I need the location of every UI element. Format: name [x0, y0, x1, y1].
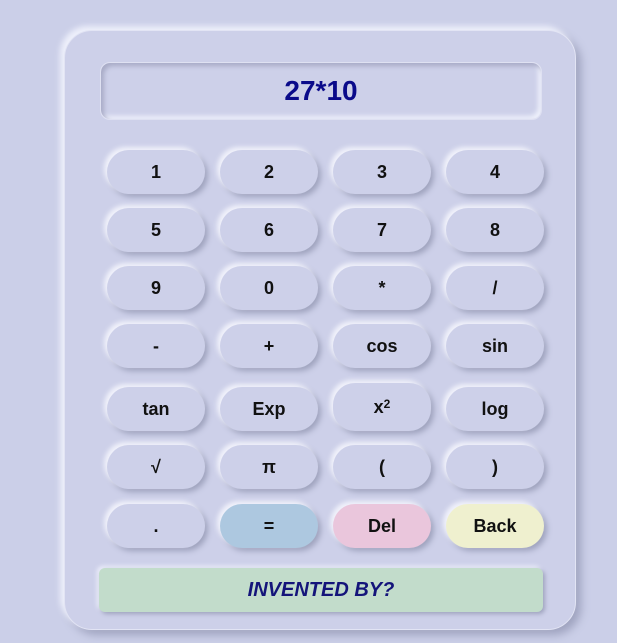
key-6[interactable]: 6 [220, 208, 318, 252]
key-divide[interactable]: / [446, 266, 544, 310]
key-tan[interactable]: tan [107, 387, 205, 431]
key-square[interactable]: x2 [333, 383, 431, 431]
invented-by-button[interactable]: INVENTED BY? [99, 568, 543, 612]
key-2[interactable]: 2 [220, 150, 318, 194]
key-plus[interactable]: + [220, 324, 318, 368]
key-5[interactable]: 5 [107, 208, 205, 252]
key-del[interactable]: Del [333, 504, 431, 548]
key-8[interactable]: 8 [446, 208, 544, 252]
key-sin[interactable]: sin [446, 324, 544, 368]
invented-by-label: INVENTED BY? [247, 578, 395, 601]
key-4[interactable]: 4 [446, 150, 544, 194]
key-square-base: x [373, 396, 384, 417]
key-left-paren[interactable]: ( [333, 445, 431, 489]
key-exp[interactable]: Exp [220, 387, 318, 431]
key-cos[interactable]: cos [333, 324, 431, 368]
key-sqrt[interactable]: √ [107, 445, 205, 489]
calculator-body: 27*10 1 2 3 4 5 6 7 8 9 0 * / - + cos si… [64, 30, 576, 630]
key-equals[interactable]: = [220, 504, 318, 548]
calculator-display: 27*10 [100, 62, 542, 120]
key-pi[interactable]: π [220, 445, 318, 489]
key-9[interactable]: 9 [107, 266, 205, 310]
key-minus[interactable]: - [107, 324, 205, 368]
key-1[interactable]: 1 [107, 150, 205, 194]
key-dot[interactable]: . [107, 504, 205, 548]
key-7[interactable]: 7 [333, 208, 431, 252]
key-right-paren[interactable]: ) [446, 445, 544, 489]
key-multiply[interactable]: * [333, 266, 431, 310]
display-expression: 27*10 [284, 75, 358, 106]
key-3[interactable]: 3 [333, 150, 431, 194]
key-0[interactable]: 0 [220, 266, 318, 310]
key-log[interactable]: log [446, 387, 544, 431]
key-back[interactable]: Back [446, 504, 544, 548]
